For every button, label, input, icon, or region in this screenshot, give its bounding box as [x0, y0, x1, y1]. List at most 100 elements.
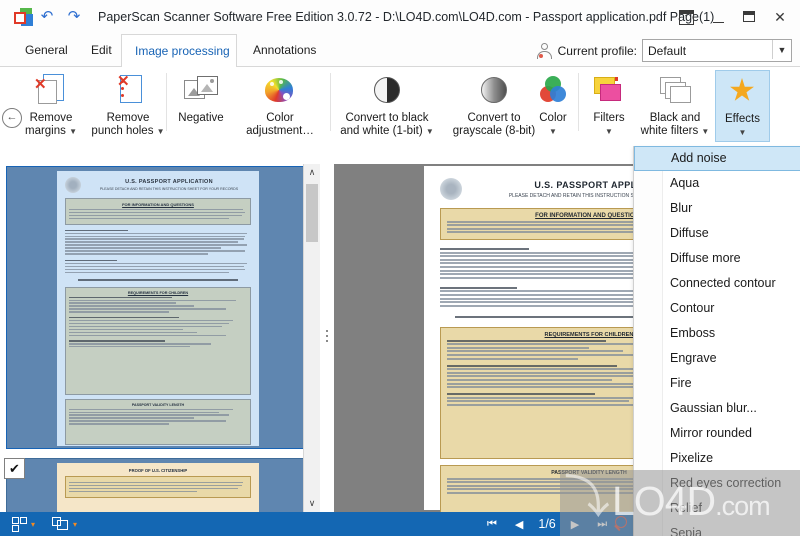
menu-item-fire[interactable]: Fire [634, 371, 800, 396]
splitter-grip-icon [326, 330, 328, 345]
filters-button[interactable]: Filters ▼ [582, 70, 636, 138]
maximize-icon[interactable] [739, 7, 759, 27]
bw-filters-label-1: Black and [649, 112, 701, 124]
doc-children-heading: REQUIREMENTS FOR CHILDREN [127, 290, 189, 295]
menu-item-engrave[interactable]: Engrave [634, 346, 800, 371]
thumbnail-page-2[interactable]: PROOF OF U.S. CITIZENSHIP [6, 458, 310, 512]
color-rgb-icon [527, 70, 579, 110]
menu-item-diffuse[interactable]: Diffuse [634, 221, 800, 246]
seal-icon [440, 178, 462, 200]
page-arrange-icon [52, 517, 69, 531]
tab-general[interactable]: General [12, 34, 81, 67]
negative-icon [170, 70, 232, 110]
color-adjustment-button[interactable]: Color adjustment… [234, 70, 326, 138]
ribbon-group-divider [578, 73, 579, 131]
effects-dropdown-menu[interactable]: Add noise Aqua Blur Diffuse Diffuse more… [633, 146, 800, 536]
menu-item-red-eyes-correction[interactable]: Red eyes correction [634, 471, 800, 496]
page-navigation: ⏮ ◀ 1/6 ▶ ⏭ [478, 512, 616, 536]
ribbon-group-divider [166, 73, 167, 131]
current-profile-area: Current profile: Default ▼ [536, 38, 792, 63]
menu-item-diffuse-more[interactable]: Diffuse more [634, 246, 800, 271]
remove-punch-holes-label-1: Remove [106, 112, 150, 124]
last-page-button[interactable]: ⏭ [597, 518, 607, 531]
current-profile-select[interactable]: Default ▼ [642, 39, 792, 62]
doc-children-box: REQUIREMENTS FOR CHILDREN [65, 286, 251, 395]
remove-punch-holes-button[interactable]: ✕ Remove punch holes ▼ [78, 70, 178, 138]
pin-window-icon[interactable] [676, 7, 696, 27]
doc-info-heading: FOR INFORMATION AND QUESTIONS [122, 202, 194, 207]
page-arrange-button[interactable]: ▾ [52, 515, 77, 533]
chevron-down-icon[interactable]: ▼ [157, 127, 165, 136]
color-adjustment-icon [234, 70, 326, 110]
current-profile-label: Current profile: [557, 43, 637, 58]
menu-item-sepia[interactable]: Sepia [634, 521, 800, 536]
menu-item-blur[interactable]: Blur [634, 196, 800, 221]
undo-arrow-icon[interactable]: ↶ [38, 9, 56, 25]
scrollbar-thumb[interactable] [306, 184, 318, 242]
zoom-magnifier-icon[interactable] [613, 514, 633, 534]
chevron-down-icon[interactable]: ▾ [73, 520, 77, 529]
doc-validity-box: PASSPORT VALIDITY LENGTH [65, 398, 251, 445]
chevron-down-icon[interactable]: ▼ [739, 128, 747, 137]
convert-black-white-button[interactable]: Convert to black and white (1-bit) ▼ [333, 70, 441, 138]
black-white-filters-button[interactable]: Black and white filters ▼ [634, 70, 716, 138]
scroll-up-icon[interactable]: ∧ [304, 164, 320, 181]
remove-punch-holes-label-2: punch holes [91, 125, 154, 137]
user-profile-icon [536, 42, 553, 59]
menu-item-relief[interactable]: Relief [634, 496, 800, 521]
chevron-down-icon[interactable]: ▼ [772, 40, 791, 59]
doc-subtitle: PLEASE DETACH AND RETAIN THIS INSTRUCTIO… [99, 187, 239, 191]
pane-splitter[interactable] [320, 164, 334, 512]
first-page-button[interactable]: ⏮ [487, 518, 497, 531]
color-adjustment-label-2: adjustment… [246, 125, 314, 137]
remove-margins-label-1: Remove [29, 112, 73, 124]
doc-info-box: FOR INFORMATION AND QUESTIONS [65, 198, 251, 225]
effects-button[interactable]: Effects ▼ [715, 70, 770, 142]
close-icon[interactable]: ✕ [770, 7, 790, 27]
thumbnail-page-1-sheet: U.S. PASSPORT APPLICATION PLEASE DETACH … [57, 171, 259, 446]
convert-black-white-icon [333, 70, 441, 110]
scroll-down-icon[interactable]: ∨ [304, 495, 320, 512]
negative-button[interactable]: Negative [170, 70, 232, 125]
thumbnail-select-checkbox[interactable]: ✔ [4, 458, 25, 479]
color-label: Color [539, 112, 567, 124]
menu-item-add-noise[interactable]: Add noise [634, 146, 800, 171]
chevron-down-icon[interactable]: ▼ [426, 127, 434, 136]
redo-arrow-icon[interactable]: ↷ [65, 9, 83, 25]
remove-punch-holes-icon: ✕ [78, 70, 178, 110]
black-white-filters-icon [634, 70, 716, 110]
convert-gray-label-1: Convert to [467, 112, 521, 124]
page-indicator: 1/6 [538, 517, 556, 531]
menu-item-mirror-rounded[interactable]: Mirror rounded [634, 421, 800, 446]
chevron-down-icon[interactable]: ▼ [605, 127, 613, 136]
tab-edit[interactable]: Edit [78, 34, 125, 67]
effects-star-icon [716, 71, 769, 111]
menu-item-aqua[interactable]: Aqua [634, 171, 800, 196]
filters-label: Filters [593, 112, 625, 124]
thumbnail-pane[interactable]: U.S. PASSPORT APPLICATION PLEASE DETACH … [0, 164, 320, 512]
thumbnail-page-2-sheet: PROOF OF U.S. CITIZENSHIP [57, 463, 259, 512]
negative-label: Negative [178, 112, 224, 124]
thumbnail-page-1[interactable]: U.S. PASSPORT APPLICATION PLEASE DETACH … [6, 166, 310, 449]
bw-filters-label-2: white filters [640, 125, 699, 137]
prev-page-button[interactable]: ◀ [515, 518, 523, 531]
ribbon-tab-strip: General Edit Image processing Annotation… [0, 34, 800, 68]
menu-item-emboss[interactable]: Emboss [634, 321, 800, 346]
tab-annotations[interactable]: Annotations [240, 34, 329, 67]
menu-item-gaussian-blur[interactable]: Gaussian blur... [634, 396, 800, 421]
minimize-icon[interactable] [708, 7, 728, 27]
current-profile-value: Default [648, 43, 687, 58]
menu-item-contour[interactable]: Contour [634, 296, 800, 321]
color-button[interactable]: Color ▼ [527, 70, 579, 138]
thumbnail-scrollbar[interactable]: ∧ ∨ [303, 164, 320, 512]
menu-item-connected-contour[interactable]: Connected contour [634, 271, 800, 296]
page-layout-button[interactable]: ▾ [12, 515, 35, 533]
chevron-down-icon[interactable]: ▾ [31, 520, 35, 529]
ribbon-group-divider [330, 73, 331, 131]
next-page-button[interactable]: ▶ [571, 518, 579, 531]
chevron-down-icon[interactable]: ▼ [549, 127, 557, 136]
menu-item-pixelize[interactable]: Pixelize [634, 446, 800, 471]
chevron-down-icon[interactable]: ▼ [69, 127, 77, 136]
chevron-down-icon[interactable]: ▼ [701, 127, 709, 136]
tab-image-processing[interactable]: Image processing [121, 34, 237, 68]
